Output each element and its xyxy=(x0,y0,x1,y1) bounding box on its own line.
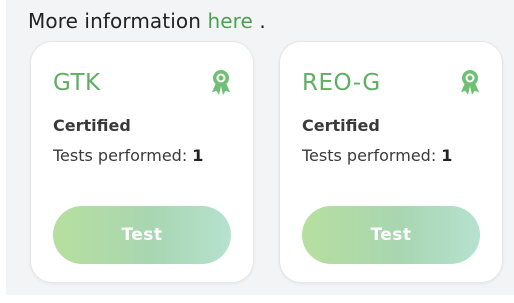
info-prefix: More information xyxy=(28,9,208,33)
tests-performed-label: Tests performed: xyxy=(53,146,193,165)
tests-performed-count: 1 xyxy=(441,146,453,165)
certification-card-gtk: GTK Certified Tests performed: 1 Test xyxy=(30,41,254,283)
tests-performed-label: Tests performed: xyxy=(302,146,442,165)
certification-status: Certified xyxy=(53,116,131,135)
certification-status: Certified xyxy=(302,116,380,135)
certification-card-reo-g: REO-G Certified Tests performed: 1 Test xyxy=(279,41,503,283)
content-panel: More information here . GTK Certified Te… xyxy=(6,0,514,295)
tests-performed-count: 1 xyxy=(192,146,204,165)
card-title: GTK xyxy=(53,70,101,96)
more-information-link[interactable]: here xyxy=(207,9,252,33)
award-icon xyxy=(212,70,230,95)
award-icon xyxy=(461,70,479,95)
tests-performed: Tests performed: 1 xyxy=(302,146,452,165)
more-information-text: More information here . xyxy=(28,9,266,33)
test-button[interactable]: Test xyxy=(302,206,480,264)
info-suffix: . xyxy=(252,9,266,33)
card-title: REO-G xyxy=(302,70,381,96)
test-button[interactable]: Test xyxy=(53,206,231,264)
tests-performed: Tests performed: 1 xyxy=(53,146,203,165)
